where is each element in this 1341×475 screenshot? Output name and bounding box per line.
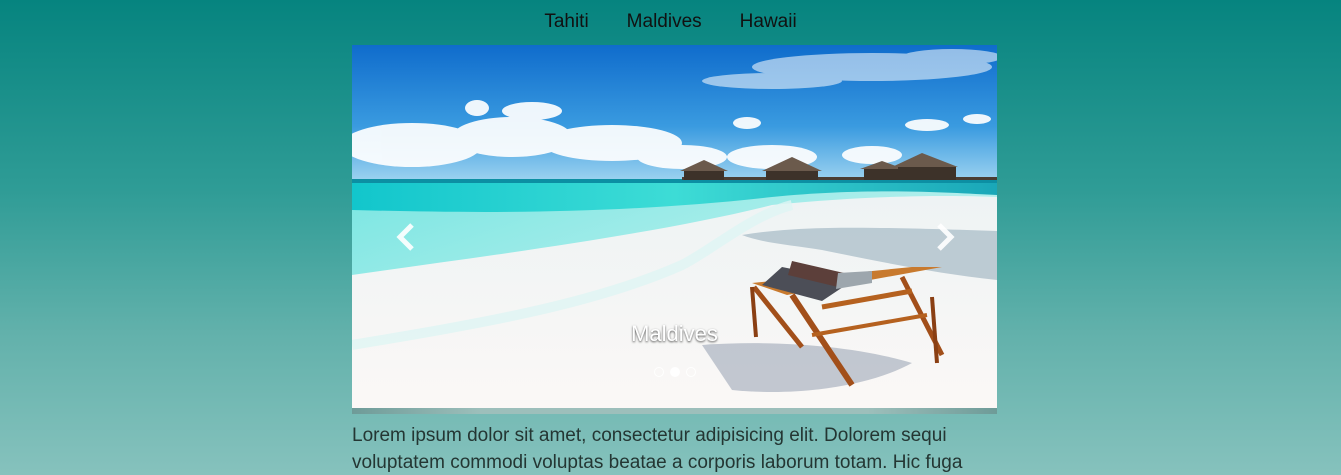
nav-item-hawaii[interactable]: Hawaii	[721, 0, 816, 44]
carousel-indicator-3[interactable]	[685, 367, 696, 377]
chevron-right-icon	[937, 223, 955, 251]
carousel-bottom-bar	[352, 408, 997, 414]
body-paragraph: Lorem ipsum dolor sit amet, consectetur …	[352, 425, 963, 473]
carousel-indicators	[352, 367, 997, 377]
nav-item-tahiti[interactable]: Tahiti	[525, 0, 607, 44]
carousel-next-button[interactable]	[923, 215, 967, 259]
nav-item-maldives[interactable]: Maldives	[608, 0, 721, 44]
carousel-indicator-2[interactable]	[669, 367, 680, 377]
carousel-indicator-1[interactable]	[653, 367, 664, 377]
beach-slide-image	[352, 45, 997, 408]
top-nav: Tahiti Maldives Hawaii	[0, 0, 1341, 44]
image-carousel: Maldives	[352, 45, 997, 408]
carousel-prev-button[interactable]	[384, 215, 428, 259]
chevron-left-icon	[396, 223, 414, 251]
carousel-caption: Maldives	[631, 321, 718, 346]
